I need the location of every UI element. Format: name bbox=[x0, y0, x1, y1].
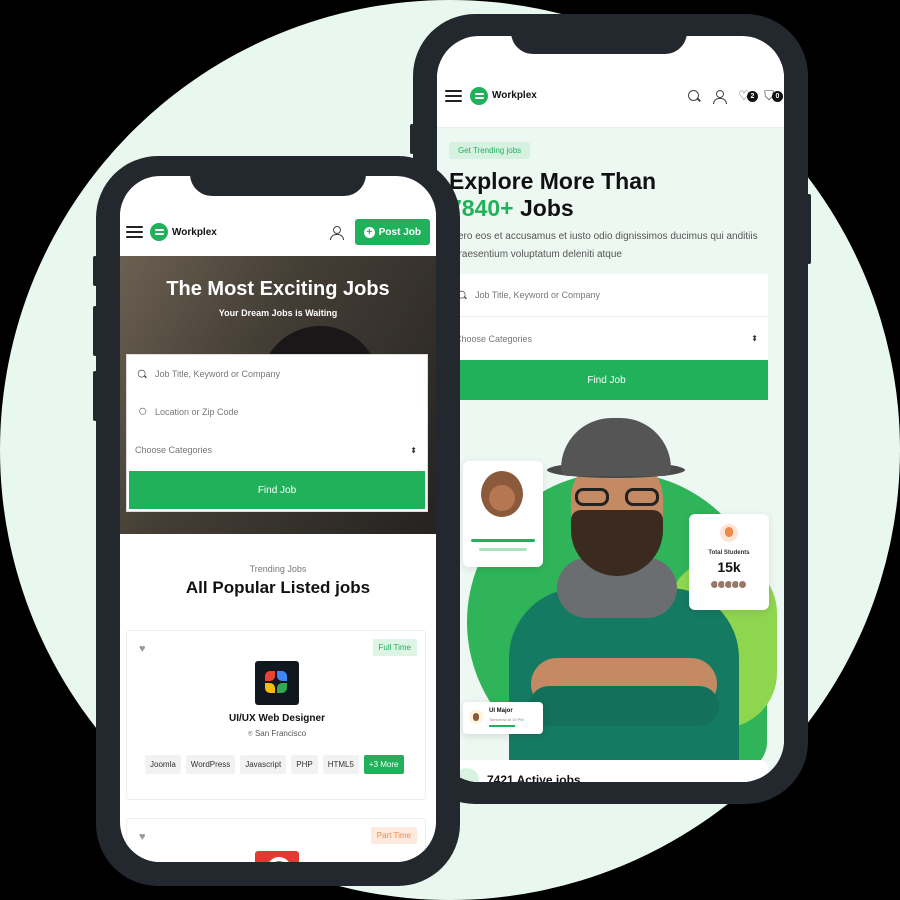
wishlist-count-badge: 2 bbox=[747, 90, 758, 102]
heart-icon[interactable]: ♡ 2 bbox=[737, 88, 758, 103]
side-button bbox=[93, 371, 97, 421]
phone-notch bbox=[511, 14, 687, 54]
logo[interactable]: Workplex bbox=[150, 223, 217, 241]
category-select[interactable]: Choose Categories ⬍ bbox=[445, 317, 768, 360]
hero-section: The Most Exciting Jobs Your Dream Jobs i… bbox=[120, 256, 436, 534]
logo-icon bbox=[470, 86, 488, 105]
right-phone-screen: Workplex ♡ 2 ⛉ 0 Get Trending jobs Explore… bbox=[437, 36, 784, 782]
hamburger-icon[interactable] bbox=[445, 89, 462, 102]
plus-icon: + bbox=[363, 226, 375, 238]
profile-avatar-card bbox=[463, 461, 543, 567]
nav-icons: ♡ 2 ⛉ 0 bbox=[687, 88, 783, 104]
active-jobs-card: 7421 Active jobs bbox=[445, 760, 768, 782]
category-placeholder: Choose Categories bbox=[455, 333, 533, 344]
students-value: 15k bbox=[717, 559, 741, 575]
category-placeholder: Choose Categories bbox=[135, 445, 213, 455]
logo-text: Workplex bbox=[172, 226, 217, 238]
active-jobs-text: 7421 Active jobs bbox=[487, 773, 581, 782]
find-job-button[interactable]: Find Job bbox=[129, 471, 425, 509]
hero-section: Get Trending jobs Explore More Than 7840… bbox=[437, 128, 784, 782]
side-button bbox=[93, 256, 97, 286]
avatar bbox=[481, 471, 523, 517]
job-type-badge: Part Time bbox=[370, 827, 417, 844]
heart-icon[interactable]: ♥ bbox=[139, 831, 146, 843]
section-heading: All Popular Listed jobs bbox=[185, 578, 371, 597]
left-phone-screen: Workplex + Post Job The Most Exciting Jo… bbox=[120, 176, 436, 862]
hero-title: The Most Exciting Jobs bbox=[166, 278, 390, 300]
left-phone: Workplex + Post Job The Most Exciting Jo… bbox=[93, 156, 460, 886]
total-students-card: Total Students 15k bbox=[689, 514, 769, 610]
keyword-input[interactable]: Job Title, Keyword or Company bbox=[127, 355, 427, 393]
ui-card-title: UI Major bbox=[489, 708, 513, 714]
heart-icon[interactable]: ♥ bbox=[139, 643, 146, 655]
map-pin-icon: ⌾ bbox=[247, 729, 253, 738]
hero-title-line1: Explore More Than bbox=[449, 168, 657, 194]
location-input[interactable]: Location or Zip Code bbox=[127, 393, 427, 431]
job-card[interactable]: ♥ Full Time UI/UX Web Designer ⌾ San Fra… bbox=[126, 630, 426, 800]
location-placeholder: Location or Zip Code bbox=[155, 407, 239, 417]
skill-tag[interactable]: HTML5 bbox=[322, 755, 359, 774]
cart-icon[interactable]: ⛉ 0 bbox=[762, 88, 783, 103]
category-select[interactable]: Choose Categories ⬍ bbox=[127, 431, 427, 469]
pinwheel-icon bbox=[265, 671, 289, 695]
user-icon[interactable] bbox=[329, 225, 344, 240]
find-job-button[interactable]: Find Job bbox=[445, 360, 768, 400]
stage: Workplex ♡ 2 ⛉ 0 Get Trending jobs Explore… bbox=[0, 0, 900, 900]
hero-title: Explore More Than 7840+ Jobs bbox=[449, 168, 779, 222]
skill-tag[interactable]: WordPress bbox=[185, 755, 236, 774]
side-button bbox=[410, 124, 414, 154]
hero-title-rest: Jobs bbox=[513, 195, 574, 221]
skill-tag[interactable]: Joomla bbox=[145, 755, 181, 774]
skill-tag[interactable]: PHP bbox=[291, 755, 318, 774]
location-icon bbox=[137, 407, 147, 417]
skill-tag[interactable]: Javascript bbox=[240, 755, 287, 774]
hero-description: vero eos et accusamus et iusto odio dign… bbox=[453, 231, 758, 260]
students-label: Total Students bbox=[708, 550, 750, 556]
logo[interactable]: Workplex bbox=[470, 86, 537, 105]
ui-card-subtitle: Tomorrow at 10 PM bbox=[489, 717, 524, 722]
search-form: Job Title, Keyword or Company Choose Cat… bbox=[445, 274, 768, 360]
select-caret-icon: ⬍ bbox=[410, 445, 417, 455]
student-avatars bbox=[689, 580, 769, 589]
top-navbar: Workplex ♡ 2 ⛉ 0 bbox=[437, 64, 784, 128]
keyword-input[interactable]: Job Title, Keyword or Company bbox=[445, 274, 768, 317]
job-type-badge: Full Time bbox=[372, 639, 417, 656]
avatar bbox=[469, 710, 483, 724]
logo-text: Workplex bbox=[492, 90, 537, 101]
keyword-placeholder: Job Title, Keyword or Company bbox=[475, 290, 601, 300]
skill-tags: Joomla WordPress Javascript PHP HTML5 +3… bbox=[145, 755, 404, 774]
student-icon bbox=[720, 524, 738, 542]
job-card[interactable]: ♥ Part Time bbox=[126, 818, 426, 862]
more-tags-button[interactable]: +3 More bbox=[363, 755, 404, 774]
post-job-button[interactable]: + Post Job bbox=[354, 219, 430, 245]
side-button bbox=[93, 306, 97, 356]
company-logo bbox=[255, 851, 299, 862]
hamburger-icon[interactable] bbox=[126, 226, 143, 238]
right-phone: Workplex ♡ 2 ⛉ 0 Get Trending jobs Explore… bbox=[410, 14, 811, 804]
search-form: Job Title, Keyword or Company Location o… bbox=[126, 354, 428, 512]
cart-count-badge: 0 bbox=[772, 90, 783, 102]
job-location: ⌾ San Francisco bbox=[127, 729, 427, 739]
post-job-label: Post Job bbox=[378, 226, 421, 238]
search-icon bbox=[137, 369, 147, 379]
job-location-text: San Francisco bbox=[254, 729, 307, 738]
user-icon[interactable] bbox=[712, 89, 727, 104]
search-icon[interactable] bbox=[687, 89, 701, 103]
company-logo bbox=[255, 661, 299, 705]
job-title[interactable]: UI/UX Web Designer bbox=[127, 713, 427, 724]
select-caret-icon: ⬍ bbox=[751, 334, 758, 343]
trending-pill[interactable]: Get Trending jobs bbox=[449, 142, 531, 159]
keyword-placeholder: Job Title, Keyword or Company bbox=[155, 369, 281, 379]
top-navbar: Workplex + Post Job bbox=[120, 202, 436, 262]
logo-icon bbox=[150, 223, 168, 241]
ui-major-card: UI Major Tomorrow at 10 PM bbox=[463, 702, 543, 734]
hero-subtitle: Your Dream Jobs is Waiting bbox=[218, 308, 338, 318]
side-button bbox=[807, 194, 811, 264]
section-eyebrow: Trending Jobs bbox=[249, 564, 307, 574]
phone-notch bbox=[190, 156, 366, 196]
